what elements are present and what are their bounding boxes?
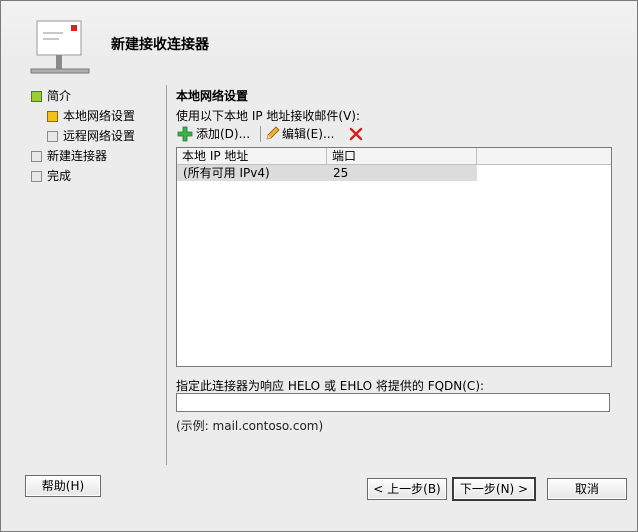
step-pending-icon [31, 171, 42, 182]
column-header-port[interactable]: 端口 [327, 148, 477, 164]
nav-item-label: 新建连接器 [47, 149, 108, 163]
edit-button-label: 编辑(E)... [282, 127, 335, 141]
fqdn-input[interactable] [176, 393, 610, 412]
table-row[interactable]: (所有可用 IPv4) 25 [177, 165, 477, 181]
nav-item-label: 远程网络设置 [63, 129, 136, 143]
local-ip-list[interactable]: 本地 IP 地址 端口 (所有可用 IPv4) 25 [176, 147, 612, 367]
step-done-icon [31, 91, 42, 102]
connector-envelope-icon [30, 20, 90, 74]
nav-item-label: 本地网络设置 [63, 109, 136, 123]
wizard-dialog: 新建接收连接器 简介 本地网络设置 远程网络设置 新建连接器 完成 本地网络设置… [0, 0, 638, 532]
cell-port: 25 [333, 166, 349, 180]
wizard-header: 新建接收连接器 [1, 1, 637, 79]
remove-button[interactable] [348, 125, 364, 143]
delete-icon [349, 127, 363, 141]
toolbar-separator [260, 126, 261, 142]
step-current-icon [47, 111, 58, 122]
nav-item-label: 完成 [47, 169, 72, 183]
add-button-label: 添加(D)... [196, 127, 251, 141]
step-pending-icon [31, 151, 42, 162]
edit-pencil-icon [266, 126, 280, 140]
list-header: 本地 IP 地址 端口 [177, 148, 611, 165]
step-pending-icon [47, 131, 58, 142]
ip-list-prompt: 使用以下本地 IP 地址接收邮件(V): [176, 109, 361, 123]
back-button[interactable]: < 上一步(B) [367, 478, 447, 500]
add-icon [177, 126, 193, 142]
edit-button[interactable]: 编辑(E)... [264, 125, 342, 143]
fqdn-label: 指定此连接器为响应 HELO 或 EHLO 将提供的 FQDN(C): [176, 379, 485, 393]
cell-ip: (所有可用 IPv4) [183, 166, 270, 180]
next-button[interactable]: 下一步(N) > [453, 478, 535, 500]
nav-divider [166, 85, 167, 465]
fqdn-example-text: (示例: mail.contoso.com) [176, 419, 324, 433]
add-button[interactable]: 添加(D)... [176, 125, 258, 143]
help-button[interactable]: 帮助(H) [25, 475, 101, 497]
section-title: 本地网络设置 [176, 89, 249, 103]
column-header-ip[interactable]: 本地 IP 地址 [177, 148, 327, 164]
cancel-button[interactable]: 取消 [547, 478, 627, 500]
nav-item-label: 简介 [47, 89, 72, 103]
wizard-title: 新建接收连接器 [111, 37, 209, 53]
